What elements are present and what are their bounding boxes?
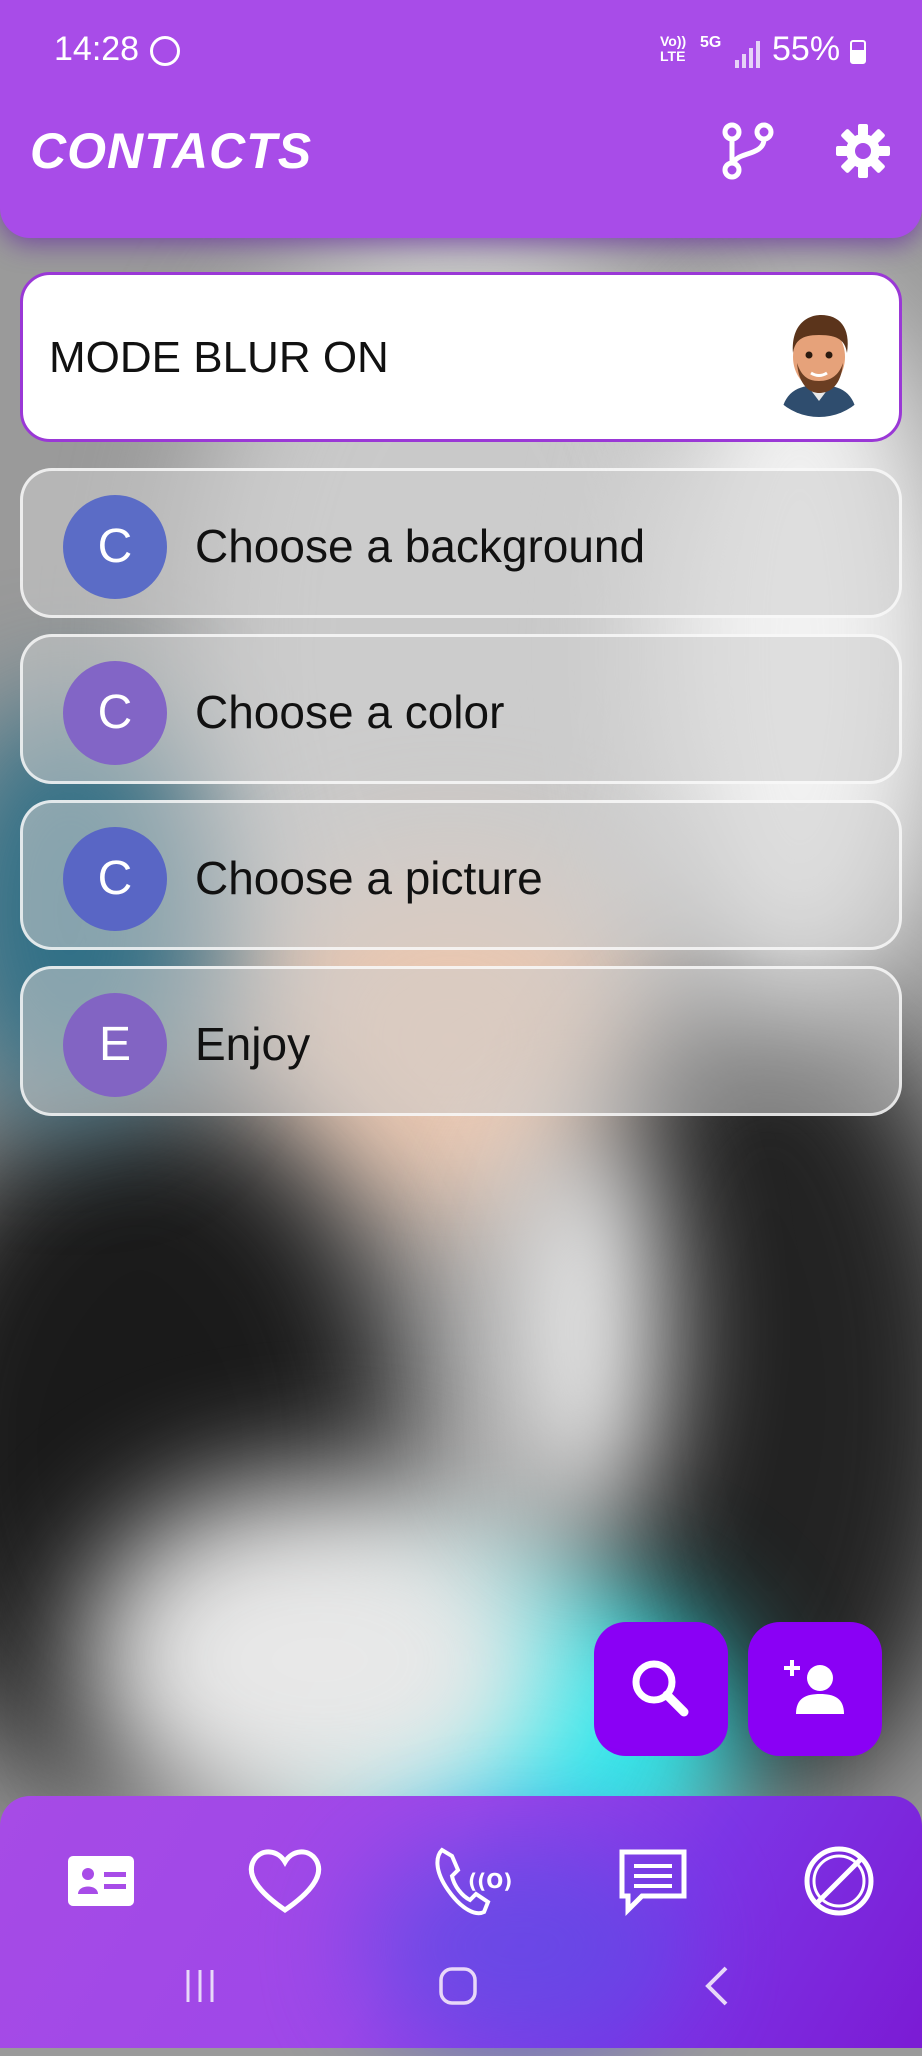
- app-header: 14:28 Vo)) LTE 5G 55% CONTACTS: [0, 0, 922, 238]
- signal-icon: [735, 40, 765, 68]
- add-person-icon: [784, 1660, 844, 1714]
- contact-initial: C: [63, 495, 167, 599]
- contacts-card-icon[interactable]: [56, 1836, 146, 1926]
- search-icon: [632, 1660, 689, 1717]
- bottom-navigation: ((O)): [0, 1796, 922, 2056]
- mode-card[interactable]: MODE BLUR ON: [20, 272, 902, 442]
- call-log-icon[interactable]: ((O)): [424, 1836, 514, 1926]
- contact-initial: C: [63, 661, 167, 765]
- list-item[interactable]: C Choose a color: [20, 634, 902, 784]
- battery-icon: [850, 40, 866, 64]
- branch-icon[interactable]: [720, 122, 776, 180]
- contact-name: Enjoy: [195, 1018, 311, 1070]
- page-title: CONTACTS: [30, 123, 313, 179]
- recents-icon[interactable]: [170, 1956, 230, 2016]
- contact-initial: C: [63, 827, 167, 931]
- contact-name: Choose a background: [195, 520, 646, 572]
- svg-text:((O)): ((O)): [468, 1869, 514, 1893]
- contact-name: Choose a color: [195, 686, 505, 738]
- avatar[interactable]: [761, 301, 877, 417]
- home-icon[interactable]: [428, 1956, 488, 2016]
- status-time: 14:28: [54, 30, 140, 68]
- blocked-icon[interactable]: [794, 1836, 884, 1926]
- add-contact-button[interactable]: [748, 1622, 882, 1756]
- search-button[interactable]: [594, 1622, 728, 1756]
- back-icon[interactable]: [688, 1956, 748, 2016]
- mode-status: MODE BLUR ON: [49, 333, 389, 382]
- gear-icon[interactable]: [836, 124, 890, 178]
- message-icon[interactable]: [608, 1836, 698, 1926]
- list-item[interactable]: C Choose a picture: [20, 800, 902, 950]
- heart-icon[interactable]: [240, 1836, 330, 1926]
- network-type: 5G: [700, 34, 722, 51]
- list-item[interactable]: C Choose a background: [20, 468, 902, 618]
- contact-initial: E: [63, 993, 167, 1097]
- volte-indicator: Vo)) LTE: [660, 33, 687, 64]
- contact-name: Choose a picture: [195, 852, 543, 904]
- list-item[interactable]: E Enjoy: [20, 966, 902, 1116]
- battery-percent: 55%: [772, 30, 841, 68]
- alarm-icon: [150, 36, 180, 66]
